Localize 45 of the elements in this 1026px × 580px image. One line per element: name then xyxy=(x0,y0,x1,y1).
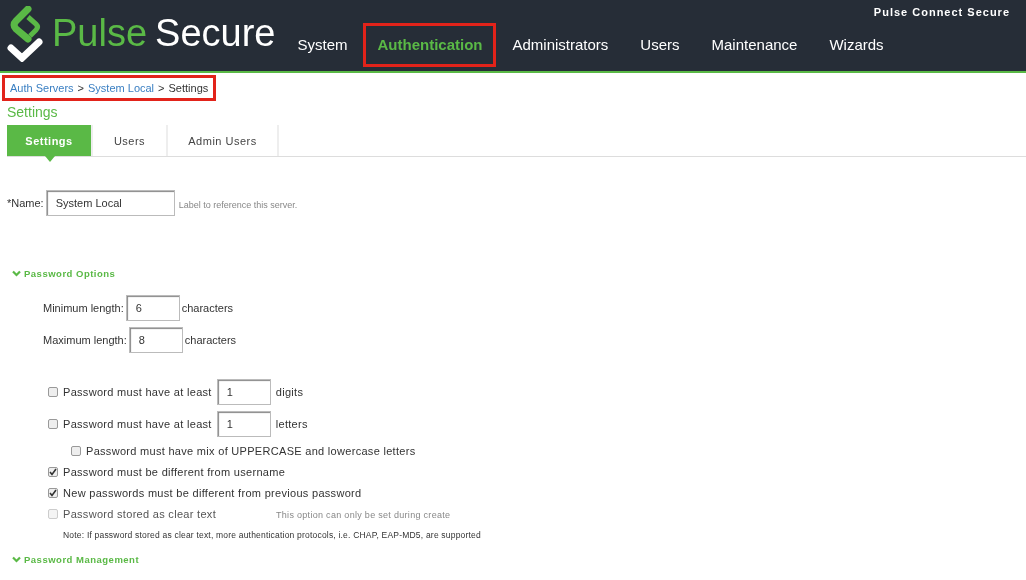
checkbox[interactable] xyxy=(71,445,81,456)
field-label: *Name: xyxy=(7,197,44,209)
note-text: Note: If password stored as clear text, more authentication protocols, i.e. CHAP, EAP-MD5, are supported xyxy=(63,530,482,540)
breadcrumb-current: Settings xyxy=(168,82,209,94)
nav-item[interactable]: Authentication xyxy=(363,22,497,67)
checkbox[interactable] xyxy=(48,487,58,498)
option-label: Password must have at least xyxy=(63,418,212,430)
chevron-down-icon xyxy=(12,270,21,277)
product-name: Pulse Connect Secure xyxy=(873,6,1010,18)
logo-icon xyxy=(6,5,46,62)
chevron-down-icon xyxy=(12,556,21,563)
option-label: Password must be different from username xyxy=(63,465,286,478)
unit-label: characters xyxy=(181,301,234,314)
option-label: Password must have at least xyxy=(63,386,212,398)
breadcrumb-link[interactable]: Auth Servers xyxy=(10,82,74,94)
field-label: Maximum length: xyxy=(43,333,127,346)
brand-name: Secure xyxy=(155,12,276,55)
checkbox[interactable] xyxy=(48,466,58,477)
checkbox[interactable] xyxy=(48,419,58,429)
name-field[interactable]: System Local xyxy=(45,190,175,216)
number-field[interactable]: 1 xyxy=(216,411,271,437)
nav-item[interactable]: System xyxy=(281,22,364,67)
nav-item[interactable]: Users xyxy=(624,22,696,67)
brand-name: Pulse xyxy=(52,12,148,55)
option-label: New passwords must be different from previous password xyxy=(63,486,362,499)
unit-label: letters xyxy=(275,418,308,430)
hint-text: Label to reference this server. xyxy=(178,200,298,210)
number-field[interactable]: 8 xyxy=(128,326,183,353)
separator: > xyxy=(158,82,165,94)
option-label: Password stored as clear text xyxy=(63,507,216,520)
field-label: Minimum length: xyxy=(43,301,124,314)
pointer-icon xyxy=(45,156,55,162)
number-field[interactable]: 6 xyxy=(125,294,180,321)
separator: > xyxy=(77,82,85,94)
nav-item[interactable]: Maintenance xyxy=(695,22,814,67)
checkbox[interactable] xyxy=(48,387,58,397)
page-title: Settings xyxy=(7,104,59,120)
breadcrumb-link[interactable]: System Local xyxy=(88,82,155,94)
hint-text: This option can only be set during create xyxy=(276,510,451,520)
unit-label: digits xyxy=(275,386,304,398)
unit-label: characters xyxy=(184,333,237,346)
nav-item[interactable]: Wizards xyxy=(813,22,900,67)
nav-item[interactable]: Administrators xyxy=(496,22,625,67)
number-field[interactable]: 1 xyxy=(216,379,271,405)
option-label: Password must have mix of UPPERCASE and lowercase letters xyxy=(86,444,416,457)
